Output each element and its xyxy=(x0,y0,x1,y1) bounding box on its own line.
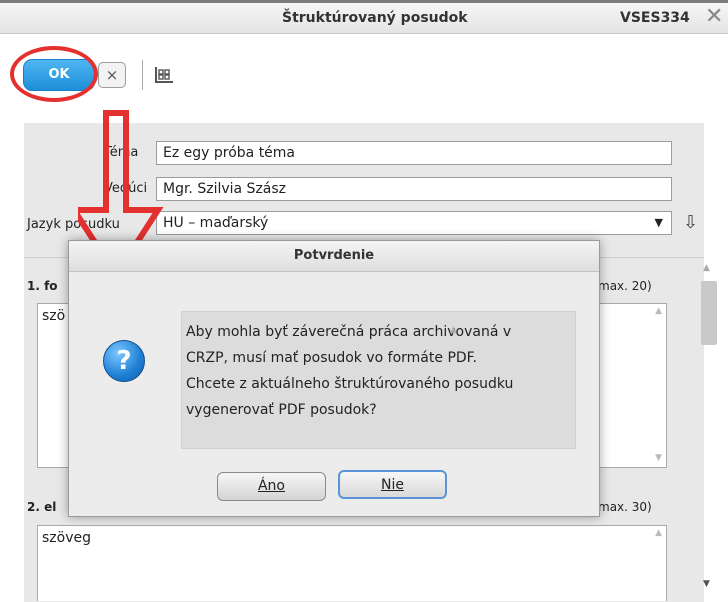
grid-icon[interactable] xyxy=(154,66,174,84)
jazyk-select-value: HU – maďarský xyxy=(163,215,269,231)
section-heading: 1. fo xyxy=(27,279,58,293)
section-heading: 2. el xyxy=(27,500,57,514)
veduci-field[interactable]: Mgr. Szilvia Szász xyxy=(156,177,672,201)
dropdown-arrow-icon[interactable]: ▼ xyxy=(655,212,663,234)
highlight-circle xyxy=(10,46,98,102)
confirm-dialog: Potvrdenie ? Aby mohla byť záverečná prá… xyxy=(68,240,600,517)
scroll-up-icon[interactable]: ▲ xyxy=(655,528,662,538)
close-icon[interactable]: ✕ xyxy=(705,5,723,29)
message-line: Aby mohla byť záverečná práca archivovan… xyxy=(186,324,512,340)
cancel-button[interactable]: × xyxy=(98,62,126,88)
message-line: CRZP, musí mať posudok vo formáte PDF. xyxy=(186,350,477,366)
scroll-down-icon[interactable]: ▼ xyxy=(703,579,710,589)
scroll-up-icon[interactable]: ▲ xyxy=(450,325,457,335)
section-text: szö xyxy=(42,308,66,324)
question-icon: ? xyxy=(103,340,145,382)
scroll-down-icon[interactable]: ▼ xyxy=(655,453,662,463)
window-titlebar: Štruktúrovaný posudok VSES334 ✕ xyxy=(0,0,728,34)
jazyk-select[interactable]: HU – maďarský ▼ xyxy=(156,211,672,235)
tema-field[interactable]: Ez egy próba téma xyxy=(156,141,672,165)
dialog-message: Aby mohla byť záverečná práca archivovan… xyxy=(181,311,576,449)
window-title: Štruktúrovaný posudok xyxy=(282,10,468,26)
dialog-titlebar: Potvrdenie xyxy=(69,241,599,272)
message-line: Chcete z aktuálneho štruktúrovaného posu… xyxy=(186,376,514,392)
section-text: szöveg xyxy=(42,530,91,546)
message-line: vygenerovať PDF posudok? xyxy=(186,402,377,418)
section-textarea[interactable]: szöveg ▲ xyxy=(37,525,667,601)
scroll-up-icon[interactable]: ▲ xyxy=(655,306,662,316)
section-max: max. 20) xyxy=(598,279,652,293)
dialog-title: Potvrdenie xyxy=(293,248,375,263)
no-button[interactable]: Nie xyxy=(338,470,447,499)
download-icon[interactable]: ⇩ xyxy=(683,212,698,233)
scroll-up-icon[interactable]: ▲ xyxy=(703,263,710,273)
no-button-label: Nie xyxy=(381,477,404,493)
section-max: max. 30) xyxy=(598,500,652,514)
toolbar-separator xyxy=(142,60,143,90)
yes-button-label: Áno xyxy=(257,478,285,494)
yes-button[interactable]: Áno xyxy=(217,472,326,501)
vertical-scrollbar[interactable]: ▲ ▼ xyxy=(698,257,720,601)
window-code: VSES334 xyxy=(620,10,690,26)
scrollbar-thumb[interactable] xyxy=(701,281,717,345)
